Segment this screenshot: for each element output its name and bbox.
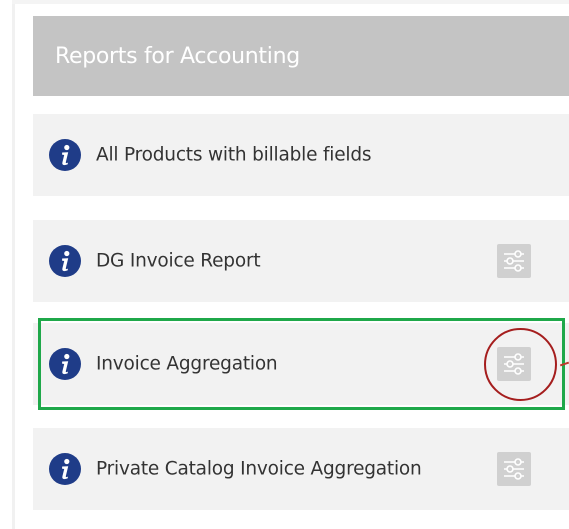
report-row-invoice-aggregation[interactable]: Invoice Aggregation [33, 323, 569, 405]
info-icon[interactable] [48, 244, 82, 278]
report-row-all-products[interactable]: All Products with billable fields [33, 114, 569, 196]
report-label[interactable]: Invoice Aggregation [96, 354, 496, 375]
sliders-settings-icon[interactable] [497, 452, 531, 486]
report-label[interactable]: Private Catalog Invoice Aggregation [96, 459, 492, 480]
info-icon[interactable] [48, 452, 82, 486]
info-icon[interactable] [48, 347, 82, 381]
report-row-dg-invoice[interactable]: DG Invoice Report [33, 220, 569, 302]
section-header: Reports for Accounting [33, 16, 569, 96]
info-icon[interactable] [48, 138, 82, 172]
sliders-settings-icon[interactable] [497, 347, 531, 381]
report-row-private-catalog[interactable]: Private Catalog Invoice Aggregation [33, 428, 569, 510]
report-label[interactable]: All Products with billable fields [96, 145, 496, 166]
sliders-settings-icon[interactable] [497, 244, 531, 278]
report-label[interactable]: DG Invoice Report [96, 251, 496, 272]
top-frame-line [12, 0, 569, 4]
reports-panel: Reports for Accounting All Products with… [0, 0, 569, 529]
left-frame-line [12, 0, 15, 529]
section-title: Reports for Accounting [55, 43, 300, 69]
